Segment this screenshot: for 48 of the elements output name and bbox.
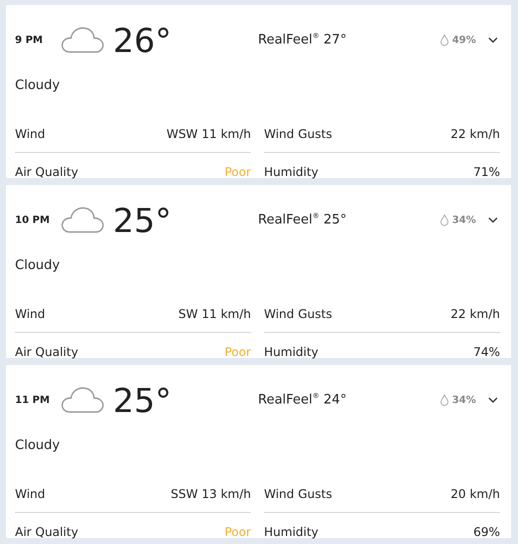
detail-value: WSW 11 km/h: [166, 126, 251, 140]
detail-value: Poor: [224, 164, 251, 178]
expand-chevron-icon[interactable]: [488, 37, 498, 43]
temperature: 25°: [113, 200, 172, 240]
detail-value: 22 km/h: [450, 306, 500, 320]
detail-label: Wind Gusts: [264, 306, 332, 320]
cloud-icon: [60, 26, 104, 54]
drop-icon: [440, 34, 450, 46]
hour-label: 11 PM: [15, 394, 51, 406]
temperature: 26°: [113, 20, 172, 60]
drop-icon: [440, 214, 450, 226]
detail-value: 74%: [473, 344, 500, 358]
detail-value: 71%: [473, 164, 500, 178]
detail-value: 69%: [473, 524, 500, 538]
drop-icon: [440, 394, 450, 406]
cloud-icon: [60, 386, 104, 414]
precip-percent: 49%: [452, 34, 476, 46]
condition-text: Cloudy: [15, 258, 61, 275]
hour-label: 9 PM: [15, 34, 44, 46]
detail-label: Humidity: [264, 344, 318, 358]
condition-text: Cloudy: [15, 438, 61, 455]
detail-label: Wind: [15, 126, 46, 140]
detail-label: Humidity: [264, 524, 318, 538]
detail-label: Wind Gusts: [264, 126, 332, 140]
detail-value: 22 km/h: [450, 126, 500, 140]
expand-chevron-icon[interactable]: [488, 397, 498, 403]
temperature: 25°: [113, 380, 172, 420]
detail-value: SSW 13 km/h: [170, 486, 251, 500]
cloud-icon: [60, 206, 104, 234]
detail-value: Poor: [224, 344, 251, 358]
hour-label: 10 PM: [15, 214, 51, 226]
detail-label: Wind Gusts: [264, 486, 332, 500]
realfeel-text: RealFeel$^{®}$ 25°: [258, 212, 348, 228]
precip-percent: 34%: [452, 214, 476, 226]
detail-label: Air Quality: [15, 344, 78, 358]
realfeel-text: RealFeel$^{®}$ 27°: [258, 32, 348, 48]
realfeel-text: RealFeel$^{®}$ 24°: [258, 392, 348, 408]
detail-label: Wind: [15, 486, 46, 500]
detail-value: 20 km/h: [450, 486, 500, 500]
condition-text: Cloudy: [15, 78, 61, 95]
detail-label: Air Quality: [15, 164, 78, 178]
detail-label: Wind: [15, 306, 46, 320]
detail-label: Humidity: [264, 164, 318, 178]
detail-value: SW 11 km/h: [178, 306, 251, 320]
detail-value: Poor: [224, 524, 251, 538]
precip-percent: 34%: [452, 394, 476, 406]
expand-chevron-icon[interactable]: [488, 217, 498, 223]
detail-label: Air Quality: [15, 524, 78, 538]
